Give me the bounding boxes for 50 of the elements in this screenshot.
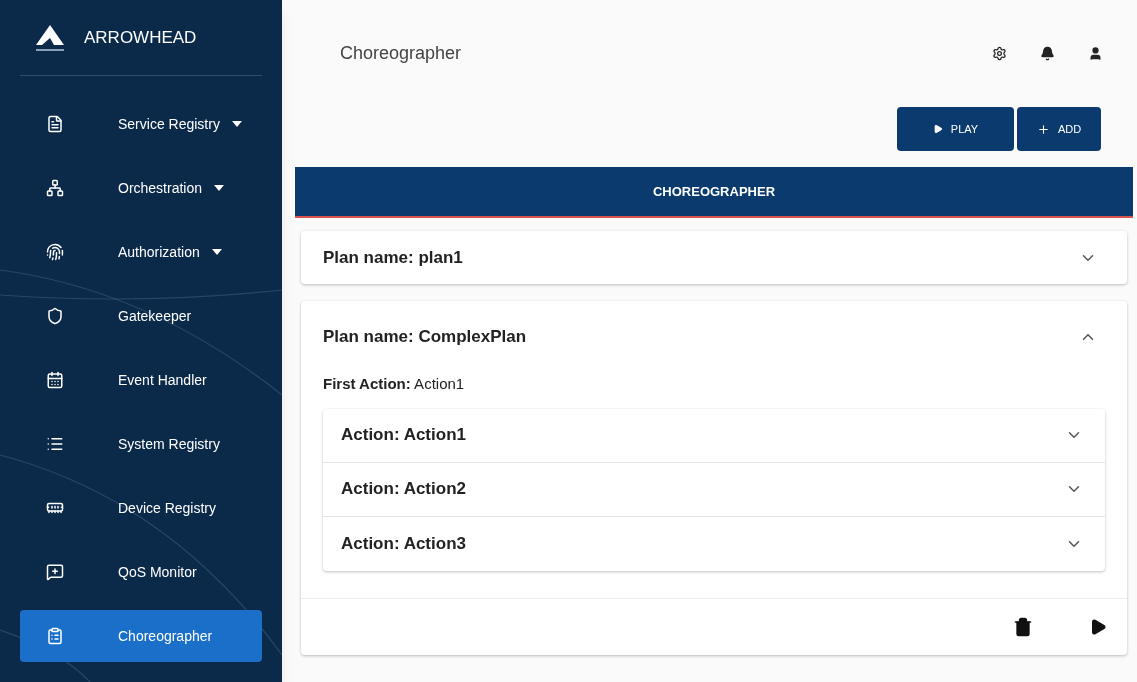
user-icon[interactable] — [1088, 45, 1103, 61]
clipboard-icon — [46, 627, 64, 645]
document-icon — [46, 115, 64, 133]
sidebar-item[interactable]: Orchestration — [20, 162, 262, 214]
play-icon[interactable] — [1089, 617, 1107, 636]
plus-icon — [1036, 122, 1050, 136]
action-row[interactable]: Action: Action1 — [323, 408, 1105, 463]
caret-icon[interactable] — [231, 121, 242, 127]
play-button[interactable]: PLAY — [897, 107, 1014, 151]
network-icon — [46, 179, 64, 197]
tab[interactable]: CHOREOGRAPHER — [295, 167, 1133, 218]
shield-icon — [46, 307, 64, 325]
delete-icon[interactable] — [1013, 616, 1033, 637]
plan-title[interactable]: Plan name: ComplexPlan — [323, 324, 527, 350]
action-title: Action: Action1 — [341, 424, 466, 447]
caret-icon[interactable] — [214, 185, 225, 191]
sidebar-item[interactable]: Device Registry — [20, 482, 262, 534]
sidebar-label: Device Registry — [118, 498, 217, 518]
sidebar-label: QoS Monitor — [118, 562, 197, 582]
sidebar-item[interactable]: Service Registry — [20, 98, 262, 150]
action-row[interactable]: Action: Action2 — [323, 462, 1105, 517]
sidebar-item[interactable]: Gatekeeper — [20, 290, 262, 342]
play-icon — [932, 124, 943, 134]
sidebar-item[interactable]: System Registry — [20, 418, 262, 470]
caret-icon[interactable] — [211, 249, 222, 255]
add-button[interactable]: ADD — [1017, 107, 1101, 151]
message-plus-icon — [46, 563, 64, 581]
sidebar-label: Gatekeeper — [118, 306, 192, 326]
plan-title[interactable]: Plan name: plan1 — [323, 244, 463, 271]
page-title: Choreographer — [340, 42, 462, 65]
sidebar-item[interactable]: Authorization — [20, 226, 262, 278]
sidebar-label: Choreographer — [118, 626, 213, 646]
action-title: Action: Action3 — [341, 532, 466, 555]
action-title: Action: Action2 — [341, 478, 466, 501]
sidebar-label: Event Handler — [118, 370, 207, 390]
sidebar-item[interactable]: Choreographer — [20, 610, 262, 662]
bell-icon[interactable] — [1040, 45, 1055, 61]
sidebar-label: Orchestration — [118, 178, 203, 198]
first-action-text: First Action: Action1 — [322, 374, 466, 394]
settings-icon[interactable] — [992, 45, 1007, 61]
sidebar-label: System Registry — [118, 434, 220, 454]
sidebar-item[interactable]: Event Handler — [20, 354, 262, 406]
sidebar-item[interactable]: QoS Monitor — [20, 546, 262, 598]
sidebar-label: Authorization — [118, 242, 200, 262]
fingerprint-icon — [46, 243, 64, 261]
list-icon — [46, 435, 64, 453]
sidebar-label: Service Registry — [118, 114, 220, 134]
action-row[interactable]: Action: Action3 — [323, 516, 1105, 571]
calendar-icon — [46, 371, 64, 389]
brand-name: ARROWHEAD — [84, 26, 197, 49]
